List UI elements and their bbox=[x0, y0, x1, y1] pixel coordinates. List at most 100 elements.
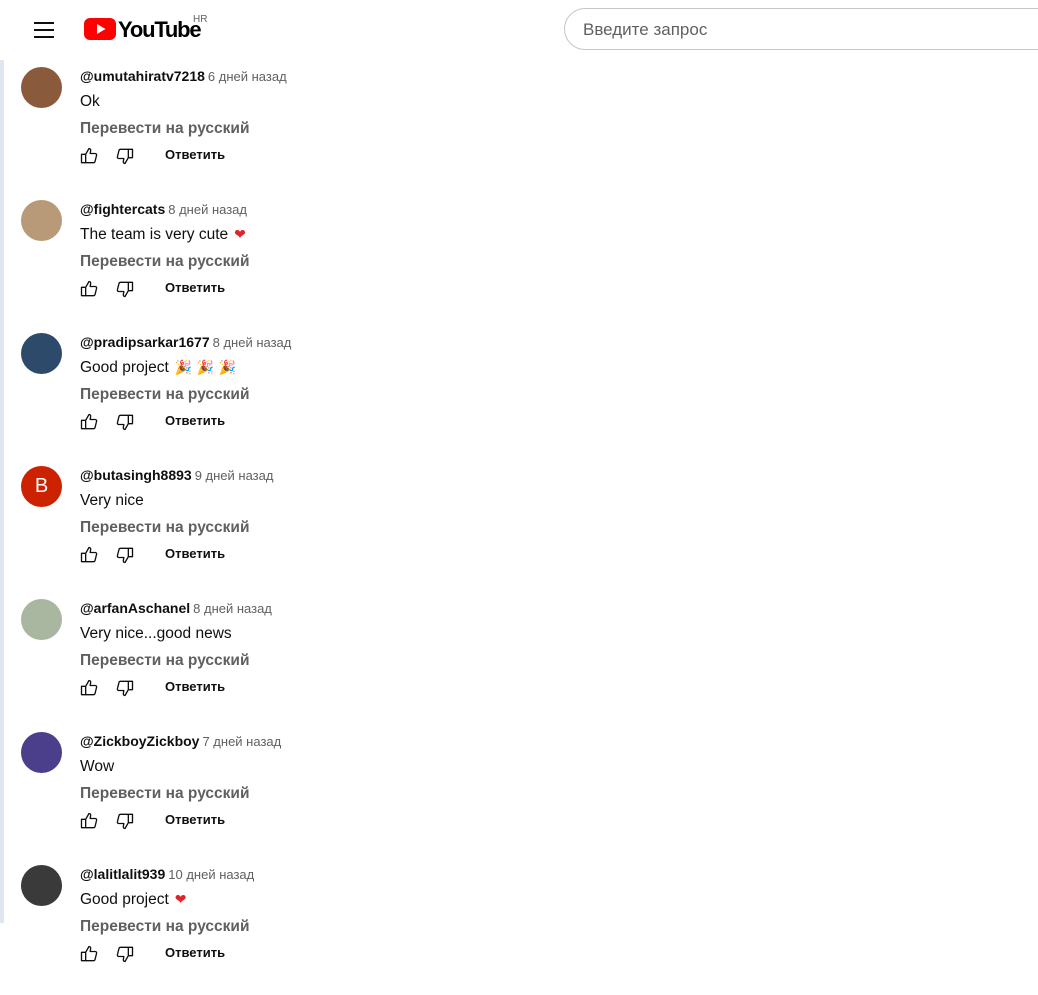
reply-button[interactable]: Ответить bbox=[165, 812, 225, 827]
thumb-up-icon bbox=[80, 280, 98, 297]
comment-time[interactable]: 7 дней назад bbox=[202, 734, 281, 749]
comment-text: Very nice bbox=[80, 492, 144, 510]
dislike-button[interactable] bbox=[112, 542, 138, 568]
comment-text: Ok bbox=[80, 93, 100, 111]
like-button[interactable] bbox=[76, 409, 102, 435]
masthead: YouTube HR bbox=[0, 0, 1038, 60]
translate-button[interactable]: Перевести на русский bbox=[80, 652, 249, 670]
dislike-button[interactable] bbox=[112, 143, 138, 169]
thumb-down-icon bbox=[116, 547, 134, 564]
comment-thread: B @butasingh8893 9 дней назад Very nice Пере… bbox=[0, 466, 1038, 596]
comment-body: The team is very cute bbox=[80, 226, 229, 243]
comment-header: @pradipsarkar1677 8 дней назад bbox=[80, 334, 291, 352]
comment-author[interactable]: @butasingh8893 bbox=[80, 467, 192, 483]
like-button[interactable] bbox=[76, 542, 102, 568]
comment-thread: @fightercats 8 дней назад The team is very… bbox=[0, 200, 1038, 330]
comment-thread: @arfanAschanel 8 дней назад Very nice...go… bbox=[0, 599, 1038, 729]
author-avatar[interactable] bbox=[21, 67, 62, 108]
comment-header: @ZickboyZickboy 7 дней назад bbox=[80, 733, 281, 751]
like-button[interactable] bbox=[76, 941, 102, 967]
comment-body: Ok bbox=[80, 93, 100, 110]
search-box bbox=[564, 8, 1038, 51]
like-button[interactable] bbox=[76, 675, 102, 701]
translate-button[interactable]: Перевести на русский bbox=[80, 918, 249, 936]
comment-time[interactable]: 10 дней назад bbox=[168, 867, 254, 882]
author-avatar[interactable] bbox=[21, 200, 62, 241]
reply-button[interactable]: Ответить bbox=[165, 413, 225, 428]
author-avatar[interactable] bbox=[21, 599, 62, 640]
comment-header: @butasingh8893 9 дней назад bbox=[80, 467, 273, 485]
thumb-down-icon bbox=[116, 813, 134, 830]
dislike-button[interactable] bbox=[112, 276, 138, 302]
translate-button[interactable]: Перевести на русский bbox=[80, 785, 249, 803]
translate-button[interactable]: Перевести на русский bbox=[80, 120, 249, 138]
like-button[interactable] bbox=[76, 808, 102, 834]
dislike-button[interactable] bbox=[112, 675, 138, 701]
comment-author[interactable]: @umutahiratv7218 bbox=[80, 68, 205, 84]
comment-time[interactable]: 6 дней назад bbox=[208, 69, 287, 84]
comment-header: @arfanAschanel 8 дней назад bbox=[80, 600, 272, 618]
like-button[interactable] bbox=[76, 143, 102, 169]
thumb-up-icon bbox=[80, 147, 98, 164]
comment-author[interactable]: @fightercats bbox=[80, 201, 165, 217]
thumb-down-icon bbox=[116, 281, 134, 298]
comment-text: Good project ❤ bbox=[80, 891, 186, 909]
thumb-down-icon bbox=[116, 680, 134, 697]
translate-button[interactable]: Перевести на русский bbox=[80, 386, 249, 404]
translate-button[interactable]: Перевести на русский bbox=[80, 519, 249, 537]
reply-button[interactable]: Ответить bbox=[165, 546, 225, 561]
comment-time[interactable]: 8 дней назад bbox=[193, 601, 272, 616]
comment-body: Very nice...good news bbox=[80, 625, 232, 642]
thumb-up-icon bbox=[80, 945, 98, 962]
hamburger-menu-icon bbox=[34, 22, 54, 38]
author-avatar[interactable] bbox=[21, 865, 62, 906]
comment-author[interactable]: @arfanAschanel bbox=[80, 600, 190, 616]
guide-menu-button[interactable] bbox=[24, 12, 64, 48]
reply-button[interactable]: Ответить bbox=[165, 679, 225, 694]
comment-text: Very nice...good news bbox=[80, 625, 232, 643]
thumb-down-icon bbox=[116, 946, 134, 963]
comment-header: @fightercats 8 дней назад bbox=[80, 201, 247, 219]
thumb-up-icon bbox=[80, 679, 98, 696]
comment-time[interactable]: 8 дней назад bbox=[168, 202, 247, 217]
search-input[interactable] bbox=[581, 9, 1025, 51]
comment-body: Good project bbox=[80, 891, 169, 908]
comment-emoji: ❤ bbox=[234, 227, 246, 243]
country-code: HR bbox=[193, 14, 208, 25]
comment-text: Wow bbox=[80, 758, 114, 776]
author-avatar[interactable]: B bbox=[21, 466, 62, 507]
comment-emoji: 🎉 🎉 🎉 bbox=[174, 360, 236, 376]
dislike-button[interactable] bbox=[112, 941, 138, 967]
thumb-up-icon bbox=[80, 546, 98, 563]
comment-author[interactable]: @ZickboyZickboy bbox=[80, 733, 199, 749]
comment-author[interactable]: @pradipsarkar1677 bbox=[80, 334, 210, 350]
reply-button[interactable]: Ответить bbox=[165, 280, 225, 295]
comment-body: Wow bbox=[80, 758, 115, 775]
comment-text: Good project 🎉 🎉 🎉 bbox=[80, 359, 236, 377]
comment-thread: @lalitlalit939 10 дней назад Good project ❤… bbox=[0, 865, 1038, 995]
comment-header: @umutahiratv7218 6 дней назад bbox=[80, 68, 287, 86]
comment-header: @lalitlalit939 10 дней назад bbox=[80, 866, 254, 884]
thumb-up-icon bbox=[80, 413, 98, 430]
thumb-down-icon bbox=[116, 148, 134, 165]
like-button[interactable] bbox=[76, 276, 102, 302]
reply-button[interactable]: Ответить bbox=[165, 147, 225, 162]
comment-text: The team is very cute ❤ bbox=[80, 226, 246, 244]
comment-body: Very nice bbox=[80, 492, 144, 509]
thumb-down-icon bbox=[116, 414, 134, 431]
comment-thread: @pradipsarkar1677 8 дней назад Good projec… bbox=[0, 333, 1038, 463]
author-avatar[interactable] bbox=[21, 732, 62, 773]
youtube-play-icon bbox=[84, 18, 116, 40]
translate-button[interactable]: Перевести на русский bbox=[80, 253, 249, 271]
comment-author[interactable]: @lalitlalit939 bbox=[80, 866, 165, 882]
dislike-button[interactable] bbox=[112, 409, 138, 435]
reply-button[interactable]: Ответить bbox=[165, 945, 225, 960]
comment-time[interactable]: 8 дней назад bbox=[213, 335, 292, 350]
comment-time[interactable]: 9 дней назад bbox=[195, 468, 274, 483]
thumb-up-icon bbox=[80, 812, 98, 829]
dislike-button[interactable] bbox=[112, 808, 138, 834]
comment-body: Good project bbox=[80, 359, 169, 376]
author-avatar[interactable] bbox=[21, 333, 62, 374]
comment-thread: @umutahiratv7218 6 дней назад Ok Перевести … bbox=[0, 67, 1038, 197]
logo-wordmark: YouTube bbox=[118, 17, 202, 42]
